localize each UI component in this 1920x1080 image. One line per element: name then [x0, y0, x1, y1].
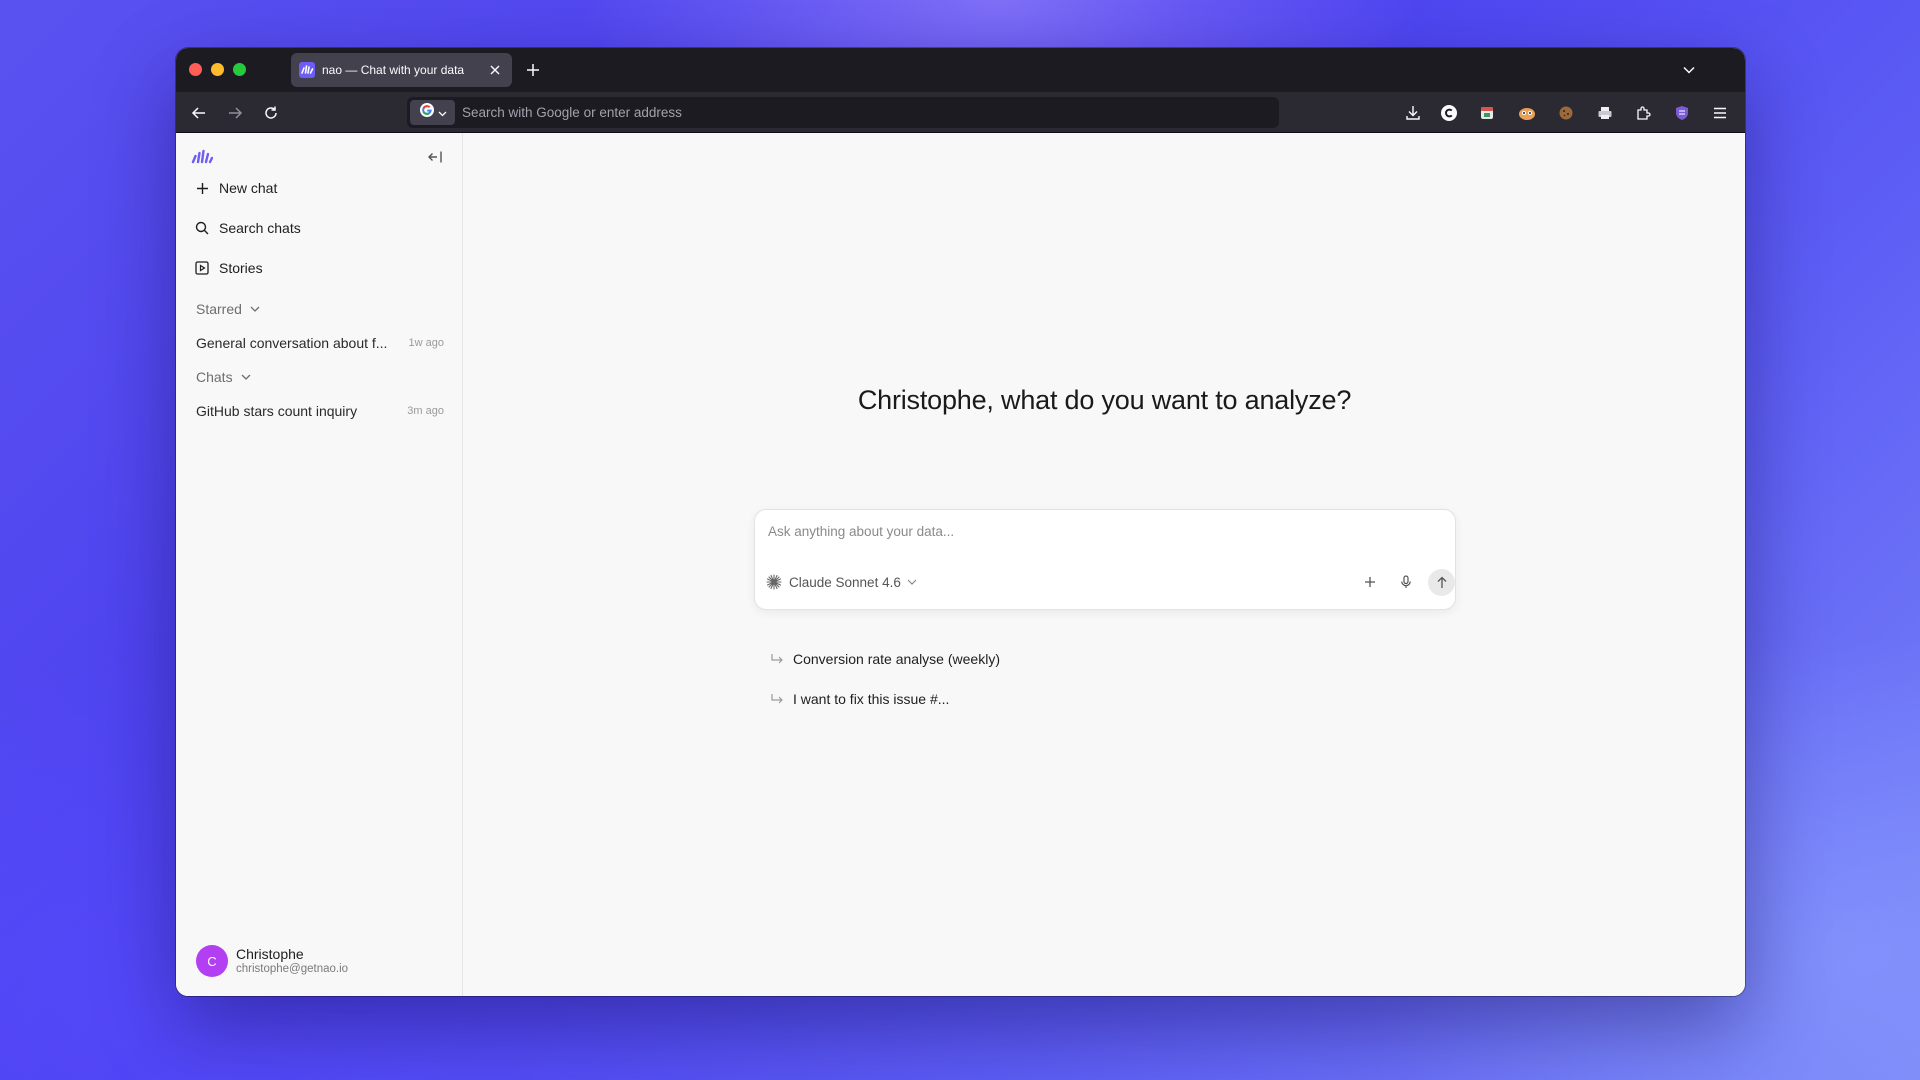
chevron-down-icon: [907, 579, 917, 585]
new-tab-icon[interactable]: [522, 59, 544, 81]
plus-icon: [194, 180, 210, 196]
new-chat-label: New chat: [219, 180, 278, 196]
search-icon: [194, 220, 210, 236]
composer-input[interactable]: Ask anything about your data...: [768, 524, 954, 539]
stories-icon: [194, 260, 210, 276]
chat-composer[interactable]: Ask anything about your data... Claude S…: [754, 509, 1456, 610]
page-title: Christophe, what do you want to analyze?: [857, 385, 1352, 415]
main-panel: Christophe, what do you want to analyze?…: [464, 133, 1745, 996]
extension-shield-icon[interactable]: [1671, 102, 1693, 124]
app-content: New chat Search chats Stories Starred Ge…: [176, 133, 1745, 996]
reload-icon[interactable]: [259, 101, 283, 125]
list-all-tabs-icon[interactable]: [1679, 60, 1699, 80]
extensions-puzzle-icon[interactable]: [1632, 102, 1654, 124]
model-name: Claude Sonnet 4.6: [789, 574, 901, 590]
starred-section-label: Starred: [196, 301, 242, 317]
chat-title: General conversation about f...: [196, 335, 388, 351]
chevron-down-icon: [438, 104, 447, 122]
google-icon: [419, 102, 435, 123]
suggestion-item[interactable]: Conversion rate analyse (weekly): [769, 647, 1000, 671]
user-profile[interactable]: C Christophe christophe@getnao.io: [196, 945, 348, 977]
microphone-icon[interactable]: [1394, 570, 1418, 594]
starred-section-toggle[interactable]: Starred: [196, 299, 260, 319]
nao-favicon-icon: [299, 62, 315, 78]
address-bar[interactable]: Search with Google or enter address: [407, 97, 1279, 128]
send-arrow-icon[interactable]: [1428, 569, 1455, 596]
chat-time: 1w ago: [408, 337, 444, 349]
search-chats-label: Search chats: [219, 220, 301, 236]
chat-time: 3m ago: [407, 405, 444, 417]
tab-title: nao — Chat with your data: [322, 63, 465, 77]
back-arrow-icon[interactable]: [187, 101, 211, 125]
stories-button[interactable]: Stories: [186, 252, 454, 284]
extension-calendar-icon[interactable]: [1476, 102, 1498, 124]
suggestion-label: Conversion rate analyse (weekly): [793, 651, 1000, 667]
avatar: C: [196, 945, 228, 977]
forward-arrow-icon[interactable]: [223, 101, 247, 125]
downloads-icon[interactable]: [1402, 102, 1424, 124]
extension-printer-icon[interactable]: [1594, 102, 1616, 124]
extension-cookie-icon[interactable]: [1555, 102, 1577, 124]
return-arrow-icon: [769, 651, 785, 667]
navigation-toolbar: Search with Google or enter address: [176, 92, 1745, 133]
sidebar: New chat Search chats Stories Starred Ge…: [176, 133, 463, 996]
stories-label: Stories: [219, 260, 263, 276]
chat-item[interactable]: GitHub stars count inquiry 3m ago: [186, 396, 454, 426]
hamburger-menu-icon[interactable]: [1709, 102, 1731, 124]
new-chat-button[interactable]: New chat: [186, 172, 454, 204]
chats-section-toggle[interactable]: Chats: [196, 367, 251, 387]
collapse-sidebar-icon[interactable]: [426, 148, 444, 166]
chat-title: GitHub stars count inquiry: [196, 403, 358, 419]
model-selector[interactable]: Claude Sonnet 4.6: [765, 573, 917, 591]
browser-tab-active[interactable]: nao — Chat with your data: [291, 53, 512, 87]
tab-strip: nao — Chat with your data: [176, 48, 1745, 92]
maximize-window-button[interactable]: [233, 63, 246, 76]
nao-logo-icon[interactable]: [191, 148, 214, 164]
starred-chat-item[interactable]: General conversation about f... 1w ago: [186, 328, 454, 358]
add-attachment-icon[interactable]: [1358, 570, 1382, 594]
user-name: Christophe: [236, 945, 304, 962]
suggestion-label: I want to fix this issue #...: [793, 691, 950, 707]
search-engine-selector[interactable]: [410, 100, 455, 125]
browser-window: nao — Chat with your data Search with Go…: [176, 48, 1745, 996]
extension-mascot-icon[interactable]: [1516, 102, 1538, 124]
close-tab-icon[interactable]: [486, 61, 504, 79]
suggestion-item[interactable]: I want to fix this issue #...: [769, 687, 949, 711]
chevron-down-icon: [241, 374, 251, 380]
search-chats-button[interactable]: Search chats: [186, 212, 454, 244]
return-arrow-icon: [769, 691, 785, 707]
chevron-down-icon: [250, 306, 260, 312]
claude-spark-icon: [765, 573, 783, 591]
minimize-window-button[interactable]: [211, 63, 224, 76]
extension-c-icon[interactable]: [1438, 102, 1460, 124]
chats-section-label: Chats: [196, 369, 233, 385]
address-placeholder: Search with Google or enter address: [462, 105, 682, 120]
user-email: christophe@getnao.io: [236, 962, 349, 975]
close-window-button[interactable]: [189, 63, 202, 76]
